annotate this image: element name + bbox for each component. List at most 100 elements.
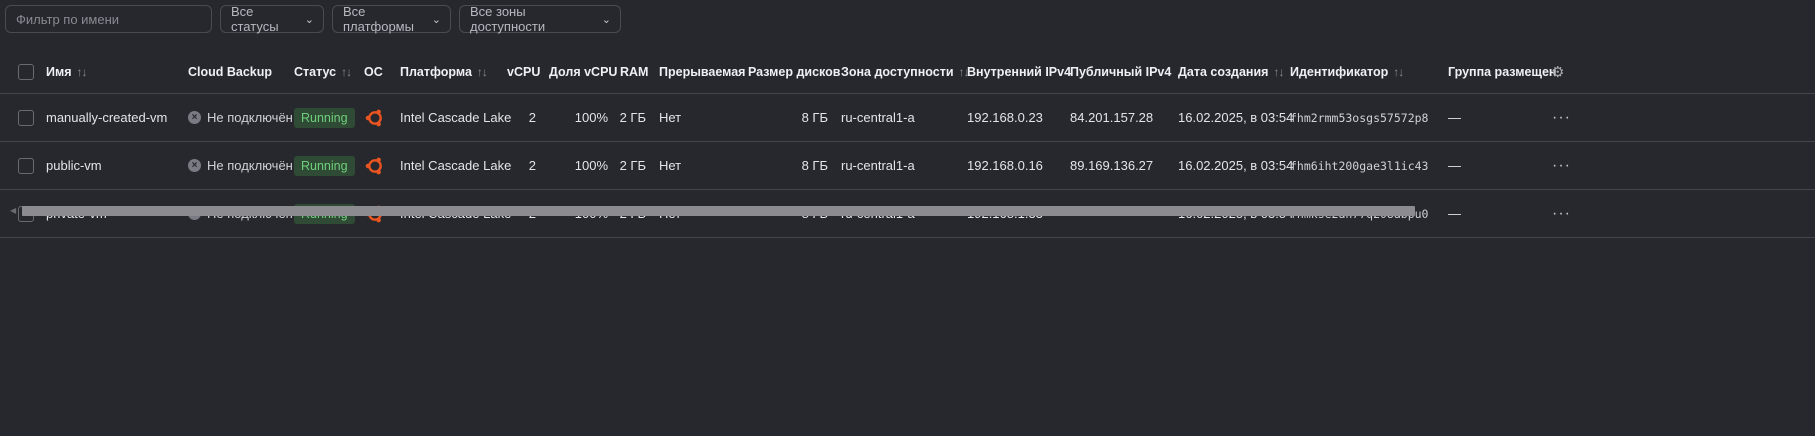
id-cell: fhm2rmm53osgs57572p8 [1290,94,1428,141]
horizontal-scrollbar[interactable]: ◀ [10,206,1415,216]
header-ipv4-internal: Внутренний IPv4 [967,50,1071,93]
ipv4-internal-value: 192.168.0.23 [967,110,1043,125]
row-actions-button[interactable]: ··· [1552,94,1571,141]
ubuntu-icon [364,155,386,177]
sort-icon[interactable]: ↑↓ [77,65,88,79]
vcpu-share-value: 100% [574,158,608,173]
header-name[interactable]: Имя ↑↓ [46,50,88,93]
placement-cell: — [1448,94,1461,141]
disk-cell: 8 ГБ [760,142,828,189]
os-cell [364,142,386,189]
header-disk-label: Размер дисков [748,64,841,79]
zone-filter-select[interactable]: Все зоны доступности ⌄ [459,4,621,34]
preemptible-cell: Нет [659,142,681,189]
created-cell: 16.02.2025, в 03:54 [1178,94,1293,141]
zone-cell: ru-central1-a [841,142,915,189]
preemptible-value: Нет [659,110,682,125]
disk-value: 8 ГБ [801,110,828,125]
vm-name-link[interactable]: manually-created-vm [46,94,167,141]
sort-icon[interactable]: ↑↓ [341,65,352,79]
sort-icon[interactable]: ↑↓ [477,65,488,79]
select-all-checkbox-cell[interactable] [18,50,34,93]
column-settings-button[interactable]: ⚙ [1551,50,1564,93]
more-actions-icon[interactable]: ··· [1552,205,1571,223]
header-zone-label: Зона доступности [841,64,954,79]
table-row[interactable]: public-vm × Не подключён Running Intel Casca… [0,142,1815,190]
name-filter-input[interactable] [5,5,212,33]
platform-filter-value: Все платформы [343,4,414,34]
scrollbar-thumb[interactable] [22,206,1415,216]
preemptible-cell: Нет [659,94,681,141]
chevron-down-icon: ⌄ [601,13,611,26]
vm-name-link[interactable]: public-vm [46,142,102,189]
vcpu-share-cell: 100% [560,142,608,189]
status-badge: Running [294,107,355,128]
sort-icon[interactable]: ↑↓ [1273,65,1284,79]
zone-value: ru-central1-a [841,158,915,173]
header-ipv4-public-label: Публичный IPv4 [1070,64,1172,79]
header-created[interactable]: Дата создания ↑↓ [1178,50,1284,93]
scroll-left-icon[interactable]: ◀ [10,206,16,215]
status-cell: Running [294,142,355,189]
vm-name[interactable]: public-vm [46,158,102,173]
row-actions-button[interactable]: ··· [1552,142,1571,189]
header-zone[interactable]: Зона доступности ↑↓ [841,50,970,93]
row-checkbox-cell[interactable] [18,94,34,141]
platform-filter-select[interactable]: Все платформы ⌄ [332,4,451,34]
chevron-down-icon: ⌄ [304,13,314,26]
zone-cell: ru-central1-a [841,94,915,141]
header-status[interactable]: Статус ↑↓ [294,50,352,93]
placement-value: — [1448,158,1461,173]
header-status-label: Статус [294,64,337,79]
header-backup: Cloud Backup [188,50,272,93]
row-actions-button[interactable]: ··· [1552,190,1571,237]
select-all-checkbox[interactable] [18,63,34,80]
header-vcpu: vCPU [507,50,540,93]
more-actions-icon[interactable]: ··· [1552,157,1571,175]
table-header-row: Имя ↑↓ Cloud Backup Статус ↑↓ ОС Платфор… [0,50,1815,94]
header-placement-label: Группа размещен [1448,64,1557,79]
header-preemptible: Прерываемая [659,50,745,93]
platform-value: Intel Cascade Lake [400,158,512,173]
ram-cell: 2 ГБ [610,94,646,141]
row-checkbox-cell[interactable] [18,142,34,189]
header-ipv4-public: Публичный IPv4 [1070,50,1171,93]
gear-icon[interactable]: ⚙ [1551,63,1564,81]
vcpu-cell: 2 [500,94,536,141]
vcpu-share-cell: 100% [560,94,608,141]
header-id[interactable]: Идентификатор ↑↓ [1290,50,1404,93]
vm-id-value: fhm2rmm53osgs57572p8 [1290,110,1429,125]
header-preemptible-label: Прерываемая [659,64,746,79]
status-filter-value: Все статусы [231,4,279,34]
ram-cell: 2 ГБ [610,142,646,189]
placement-cell: — [1448,190,1461,237]
disconnected-icon: × [188,159,201,172]
placement-value: — [1448,206,1461,221]
header-backup-label: Cloud Backup [188,64,273,79]
os-cell [364,94,386,141]
header-ram: RAM [620,50,648,93]
placement-value: — [1448,110,1461,125]
ipv4-public-value: 89.169.136.27 [1070,158,1154,173]
ipv4-public-cell: 89.169.136.27 [1070,142,1153,189]
header-vcpu-label: vCPU [507,64,541,79]
ram-value: 2 ГБ [619,158,646,173]
header-platform[interactable]: Платформа ↑↓ [400,50,488,93]
vm-name[interactable]: manually-created-vm [46,110,167,125]
row-checkbox[interactable] [18,157,34,174]
table-row[interactable]: manually-created-vm × Не подключён Running I… [0,94,1815,142]
ubuntu-icon [364,107,386,129]
sort-icon[interactable]: ↑↓ [1393,65,1404,79]
disk-value: 8 ГБ [801,158,828,173]
header-disk: Размер дисков [748,50,840,93]
header-id-label: Идентификатор [1290,64,1389,79]
more-actions-icon[interactable]: ··· [1552,109,1571,127]
preemptible-value: Нет [659,158,682,173]
status-filter-select[interactable]: Все статусы ⌄ [220,4,324,34]
vcpu-value: 2 [528,158,536,173]
zone-filter-value: Все зоны доступности [470,4,546,34]
header-placement: Группа размещен [1448,50,1556,93]
filters-bar: Все статусы ⌄ Все платформы ⌄ Все зоны д… [5,4,621,34]
backup-status: Не подключён [207,158,293,173]
row-checkbox[interactable] [18,109,34,126]
